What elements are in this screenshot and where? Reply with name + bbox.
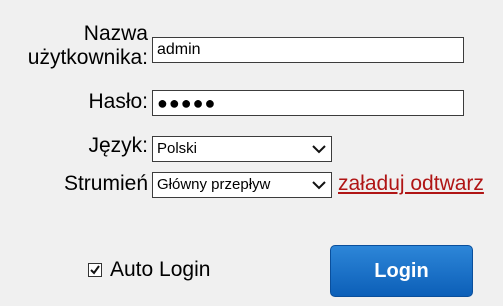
username-input[interactable]: admin <box>152 37 464 63</box>
language-selected-value: Polski <box>157 140 198 157</box>
username-label-line1: Nazwa <box>83 22 148 45</box>
login-panel: Nazwa użytkownika: admin Hasło: ●●●●● Ję… <box>0 0 503 306</box>
stream-label: Strumień <box>63 172 148 195</box>
password-label: Hasło: <box>88 90 148 113</box>
username-value: admin <box>157 41 201 58</box>
checkmark-icon <box>90 265 100 275</box>
auto-login-label: Auto Login <box>110 258 211 281</box>
username-label-line2: użytkownika: <box>27 46 148 69</box>
password-value: ●●●●● <box>157 93 217 113</box>
chevron-down-icon <box>312 145 326 154</box>
stream-select[interactable]: Główny przepływ <box>152 172 332 198</box>
chevron-down-icon <box>312 181 326 190</box>
language-select[interactable]: Polski <box>152 136 332 162</box>
password-input[interactable]: ●●●●● <box>152 90 464 116</box>
load-player-link[interactable]: załaduj odtwarz <box>338 172 484 196</box>
stream-selected-value: Główny przepływ <box>157 176 271 193</box>
auto-login-row[interactable]: Auto Login <box>88 258 210 282</box>
username-label: Nazwa użytkownika: <box>20 22 148 70</box>
auto-login-checkbox[interactable] <box>88 263 102 277</box>
login-button[interactable]: Login <box>330 245 473 297</box>
language-label: Język: <box>88 134 148 157</box>
